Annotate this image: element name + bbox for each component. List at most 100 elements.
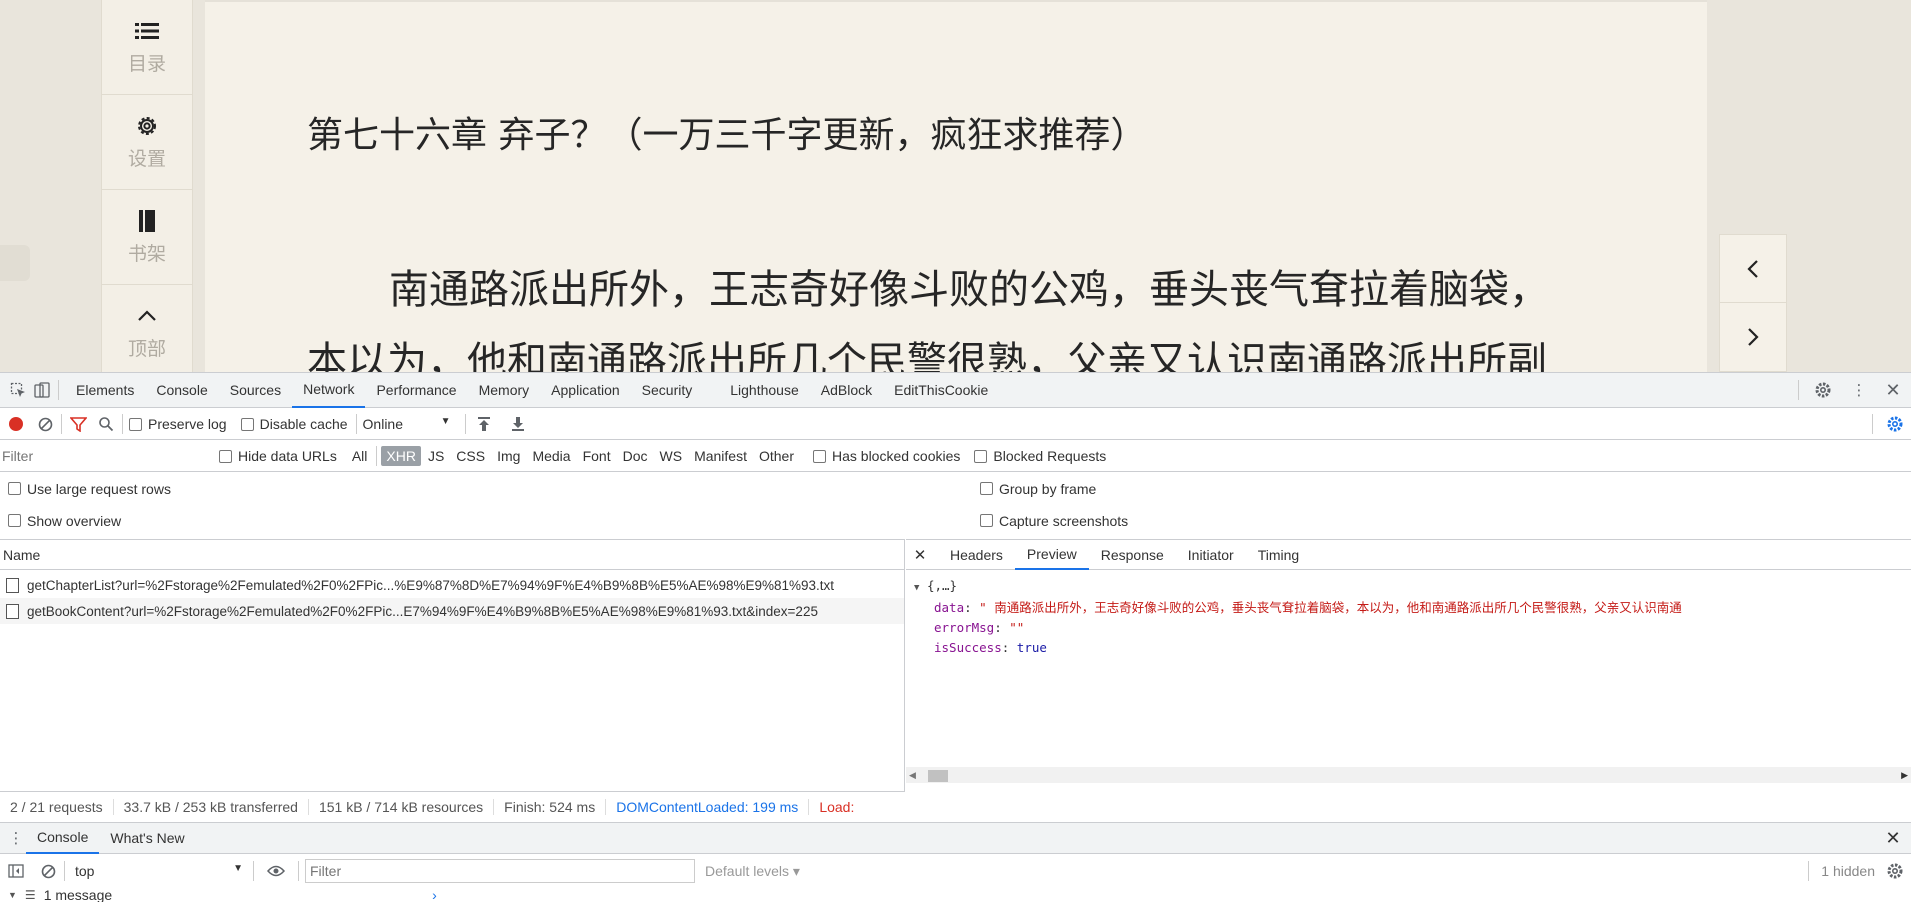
show-overview-checkbox[interactable]: Show overview [8, 513, 966, 529]
filter-type-xhr[interactable]: XHR [381, 446, 421, 466]
sidebar-item-settings[interactable]: 设置 [102, 95, 192, 190]
filter-input[interactable] [2, 444, 207, 468]
tab-lighthouse[interactable]: Lighthouse [719, 373, 810, 408]
sidebar-item-top[interactable]: 顶部 [102, 285, 192, 372]
console-filter-input[interactable] [305, 859, 695, 883]
close-drawer-icon[interactable]: ✕ [1883, 828, 1903, 848]
page-nav [1719, 234, 1787, 372]
filter-icon[interactable] [68, 414, 88, 434]
export-har-icon[interactable] [508, 414, 528, 434]
request-name: getBookContent?url=%2Fstorage%2Femulated… [27, 603, 818, 619]
scroll-left-icon[interactable]: ◀ [909, 770, 916, 781]
scroll-right-icon[interactable]: ▶ [1901, 770, 1908, 781]
filter-type-font[interactable]: Font [578, 446, 616, 466]
tab-console[interactable]: Console [145, 373, 218, 408]
column-header-name[interactable]: Name [0, 540, 904, 570]
tab-sources[interactable]: Sources [219, 373, 292, 408]
console-prompt-icon[interactable]: › [432, 887, 437, 902]
tab-headers[interactable]: Headers [938, 540, 1015, 570]
tab-timing[interactable]: Timing [1246, 540, 1312, 570]
inspect-element-icon[interactable] [8, 380, 28, 400]
tab-initiator[interactable]: Initiator [1176, 540, 1246, 570]
preserve-log-checkbox[interactable]: Preserve log [129, 416, 227, 432]
network-options-row: Use large request rows Group by frame [0, 473, 1911, 504]
hide-data-urls-checkbox[interactable]: Hide data URLs [219, 448, 337, 464]
drawer-tabbar: ⋮ Console What's New ✕ [0, 822, 1911, 854]
table-row[interactable]: getChapterList?url=%2Fstorage%2Femulated… [0, 572, 904, 598]
console-settings-icon[interactable] [1885, 861, 1905, 881]
details-tabbar: ✕ Headers Preview Response Initiator Tim… [906, 540, 1911, 570]
tab-response[interactable]: Response [1089, 540, 1176, 570]
chevron-left-icon [1747, 259, 1758, 278]
has-blocked-cookies-checkbox[interactable]: Has blocked cookies [813, 448, 960, 464]
expand-triangle-icon[interactable]: ▼ [8, 890, 17, 900]
filter-type-all[interactable]: All [347, 446, 373, 466]
gear-icon [135, 114, 159, 138]
side-handle[interactable] [0, 245, 30, 281]
tab-editthiscookie[interactable]: EditThisCookie [883, 373, 999, 408]
search-icon[interactable] [96, 414, 116, 434]
tab-security[interactable]: Security [631, 373, 704, 408]
import-har-icon[interactable] [474, 414, 494, 434]
json-root[interactable]: ▼ {,…} [914, 576, 1911, 598]
settings-gear-icon[interactable] [1813, 380, 1833, 400]
drawer-menu-icon[interactable]: ⋮ [6, 828, 26, 848]
filter-type-media[interactable]: Media [527, 446, 575, 466]
filter-type-js[interactable]: JS [423, 446, 449, 466]
tab-elements[interactable]: Elements [65, 373, 145, 408]
filter-type-doc[interactable]: Doc [618, 446, 653, 466]
filter-type-css[interactable]: CSS [451, 446, 490, 466]
sidebar-item-catalog[interactable]: 目录 [102, 0, 192, 95]
disable-cache-checkbox[interactable]: Disable cache [240, 416, 348, 432]
filter-type-img[interactable]: Img [492, 446, 525, 466]
sidebar-item-bookshelf[interactable]: 书架 [102, 190, 192, 285]
capture-screenshots-checkbox[interactable]: Capture screenshots [980, 513, 1128, 529]
tab-memory[interactable]: Memory [468, 373, 541, 408]
resources-size: 151 kB / 714 kB resources [309, 798, 495, 815]
context-select[interactable]: top ▼ [75, 863, 243, 879]
finish-time: Finish: 524 ms [494, 798, 607, 815]
prev-page-button[interactable] [1720, 235, 1786, 303]
table-row[interactable]: getBookContent?url=%2Fstorage%2Femulated… [0, 598, 904, 624]
tab-network[interactable]: Network [292, 373, 366, 408]
throttling-select[interactable]: Online ▼ [363, 416, 451, 432]
tab-performance[interactable]: Performance [365, 373, 467, 408]
json-entry: errorMsg: "" [934, 620, 1025, 635]
expand-triangle-icon[interactable]: ▼ [914, 583, 919, 593]
reader-sidebar: 目录 设置 书架 顶部 [101, 0, 193, 372]
close-icon[interactable]: ✕ [1883, 380, 1903, 400]
network-settings-icon[interactable] [1885, 414, 1905, 434]
transferred-size: 33.7 kB / 253 kB transferred [114, 798, 309, 815]
filter-type-manifest[interactable]: Manifest [689, 446, 752, 466]
more-options-icon[interactable]: ⋮ [1849, 380, 1869, 400]
divider [376, 446, 378, 466]
tab-adblock[interactable]: AdBlock [810, 373, 883, 408]
drawer-tab-console[interactable]: Console [26, 822, 100, 854]
sidebar-toggle-icon[interactable] [6, 861, 26, 881]
blocked-requests-checkbox[interactable]: Blocked Requests [974, 448, 1106, 464]
paragraph: 本以为，他和南通路派出所几个民警很熟，父亲又认识南通路派出所副 [307, 339, 1547, 372]
drawer-tab-whats-new[interactable]: What's New [99, 822, 195, 854]
devtools-panel: Elements Console Sources Network Perform… [0, 372, 1911, 902]
large-rows-checkbox[interactable]: Use large request rows [8, 481, 966, 497]
log-levels-select[interactable]: Default levels ▾ [705, 863, 800, 880]
record-icon[interactable] [9, 417, 23, 431]
tab-application[interactable]: Application [540, 373, 631, 408]
clear-icon[interactable] [35, 414, 55, 434]
clear-console-icon[interactable] [38, 861, 58, 881]
filter-type-ws[interactable]: WS [655, 446, 688, 466]
group-by-frame-checkbox[interactable]: Group by frame [980, 481, 1096, 497]
book-icon [135, 209, 159, 233]
horizontal-scrollbar[interactable]: ◀ ▶ [906, 767, 1911, 783]
close-details-icon[interactable]: ✕ [910, 545, 930, 565]
eye-icon[interactable] [266, 861, 286, 881]
list-icon: ☰ [24, 888, 36, 902]
device-toolbar-icon[interactable] [32, 380, 52, 400]
paragraph: 南通路派出所外，王志奇好像斗败的公鸡，垂头丧气耷拉着脑袋， [389, 267, 1549, 313]
tab-preview[interactable]: Preview [1014, 540, 1089, 570]
divider [464, 414, 466, 434]
scroll-thumb[interactable] [928, 770, 948, 782]
filter-type-other[interactable]: Other [754, 446, 799, 466]
next-page-button[interactable] [1720, 303, 1786, 371]
dom-content-loaded: DOMContentLoaded: 199 ms [606, 798, 810, 815]
